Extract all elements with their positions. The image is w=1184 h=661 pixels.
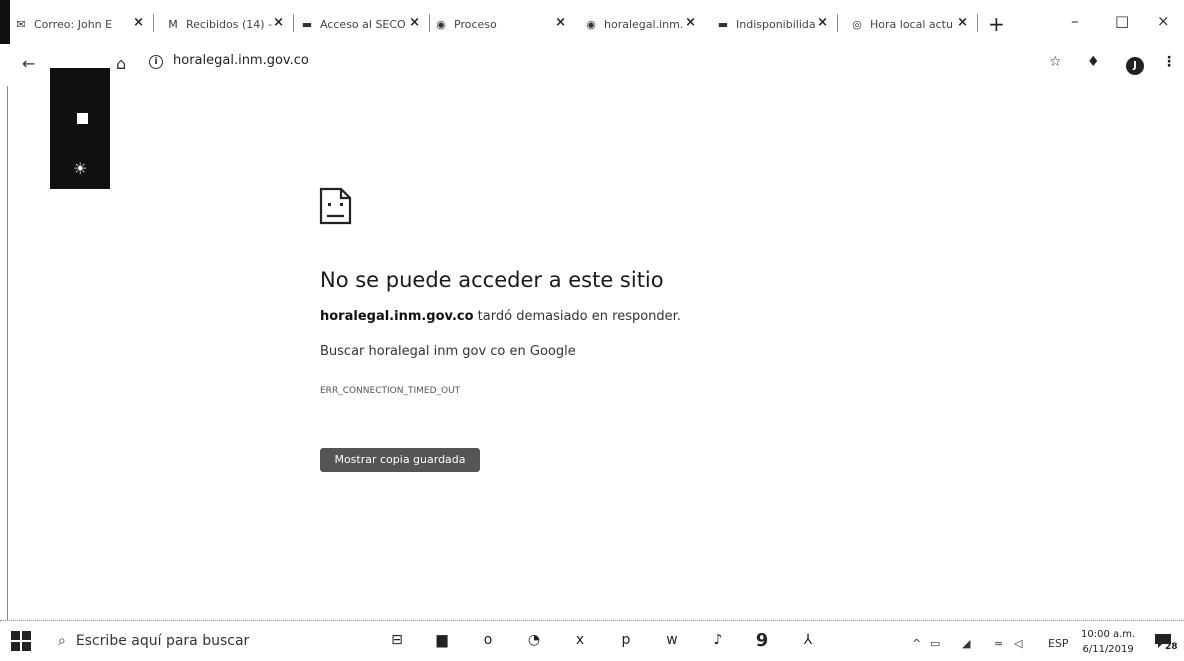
media-app-icon[interactable]: ♪ [705, 628, 731, 652]
search-placeholder: Escribe aquí para buscar [75, 633, 250, 649]
maximize-button[interactable]: □ [1115, 12, 1129, 30]
globe-icon: ◉ [586, 17, 596, 31]
close-tab-icon[interactable]: × [957, 15, 968, 30]
close-tab-icon[interactable]: × [273, 15, 284, 30]
clock-time: 10:00 a.m. [1081, 629, 1136, 640]
tab-hora-local[interactable]: ◎ Hora local actu × [850, 12, 978, 36]
tab-separator [837, 14, 838, 32]
gmail-icon: M [168, 17, 178, 31]
star-icon[interactable]: ☆ [1049, 54, 1062, 70]
wifi-icon[interactable]: ≈ [994, 637, 1003, 650]
close-tab-icon[interactable]: × [685, 15, 696, 30]
word-icon[interactable]: w [659, 628, 685, 652]
search-suggestion[interactable]: Buscar horalegal inm gov co en Google [320, 344, 576, 359]
notification-count: 28 [1165, 642, 1178, 652]
menu-icon[interactable]: ⋮ [1162, 54, 1176, 70]
tray-chevron-icon[interactable]: ^ [912, 637, 921, 650]
tab-secop[interactable]: ▬ Acceso al SECO × [300, 12, 430, 36]
close-tab-icon[interactable]: × [817, 15, 828, 30]
search-icon: ⌕ [58, 633, 66, 649]
home-button[interactable]: ⌂ [116, 54, 126, 73]
close-window-button[interactable]: × [1157, 12, 1170, 30]
divider [7, 86, 8, 646]
error-detail-text: tardó demasiado en responder. [473, 309, 681, 324]
outlook-app-icon[interactable]: o [475, 628, 501, 652]
address-bar[interactable]: horalegal.inm.gov.co [173, 53, 309, 68]
file-explorer-icon[interactable]: ▆ [429, 628, 455, 652]
tab-proceso[interactable]: ◉ Proceso × [434, 12, 570, 36]
tab-correo[interactable]: ✉ Correo: John E × [14, 12, 154, 36]
tab-separator [293, 14, 294, 32]
tab-recibidos[interactable]: M Recibidos (14) - × [166, 12, 294, 36]
new-tab-button[interactable]: + [988, 14, 1005, 34]
tab-label: Indisponibilida [736, 17, 816, 31]
overlay-panel: ☀ [50, 68, 110, 189]
back-button[interactable]: ← [22, 54, 35, 73]
error-title: No se puede acceder a este sitio [320, 268, 664, 292]
show-cached-button[interactable]: Mostrar copia guardada [320, 448, 480, 472]
clock[interactable]: 10:00 a.m. 6/11/2019 [1081, 627, 1135, 657]
close-tab-icon[interactable]: × [409, 15, 420, 30]
error-detail: horalegal.inm.gov.co tardó demasiado en … [320, 309, 681, 324]
tab-separator [429, 14, 430, 32]
error-code: ERR_CONNECTION_TIMED_OUT [320, 386, 461, 396]
minimize-button[interactable]: – [1071, 12, 1079, 30]
notifications-button[interactable]: 28 [1153, 630, 1179, 654]
avatar[interactable]: J [1126, 57, 1144, 75]
battery-icon[interactable]: ▭ [930, 637, 940, 650]
powerpoint-icon[interactable]: p [613, 628, 639, 652]
secop-icon: ▬ [717, 17, 729, 31]
tab-strip: ✉ Correo: John E × M Recibidos (14) - × … [0, 0, 1184, 44]
volume-icon[interactable]: ◁ [1014, 637, 1022, 650]
tab-label: Recibidos (14) - [186, 17, 272, 31]
tab-label: Correo: John E [34, 17, 113, 31]
sad-page-icon [319, 187, 352, 225]
tab-separator [977, 14, 978, 32]
chrome-app-icon[interactable]: ◔ [521, 628, 547, 652]
outlook-icon: ✉ [16, 17, 26, 31]
acrobat-icon[interactable]: ⅄ [795, 628, 821, 652]
tab-horalegal[interactable]: ◉ horalegal.inm. × [584, 12, 700, 36]
language-indicator[interactable]: ESP [1048, 637, 1069, 650]
tab-indisponibilidad[interactable]: ▬ Indisponibilida × [716, 12, 838, 36]
app-9-icon[interactable]: 9 [749, 628, 775, 652]
task-view-icon[interactable]: ⊟ [384, 628, 410, 652]
clock-date: 6/11/2019 [1082, 644, 1134, 655]
tab-label: Hora local actu [870, 17, 953, 31]
tab-label: horalegal.inm. [604, 17, 684, 31]
excel-icon[interactable]: x [567, 628, 593, 652]
windows-start-icon[interactable] [10, 630, 32, 652]
tab-label: Proceso [454, 17, 497, 31]
extension-icon[interactable]: ♦ [1087, 54, 1100, 70]
tab-label: Acceso al SECO [320, 17, 406, 31]
close-tab-icon[interactable]: × [555, 15, 566, 30]
clock-globe-icon: ◎ [852, 17, 862, 31]
secop-icon: ▬ [301, 17, 313, 31]
tab-separator [153, 14, 154, 32]
error-host: horalegal.inm.gov.co [320, 309, 474, 324]
sun-icon: ☀ [73, 159, 88, 178]
close-tab-icon[interactable]: × [133, 15, 144, 30]
globe-icon: ◉ [436, 17, 446, 31]
info-icon[interactable]: i [149, 55, 163, 69]
taskbar-search[interactable]: ⌕ Escribe aquí para buscar [58, 633, 249, 649]
network-icon[interactable]: ◢ [962, 637, 970, 650]
square-icon [77, 113, 88, 124]
